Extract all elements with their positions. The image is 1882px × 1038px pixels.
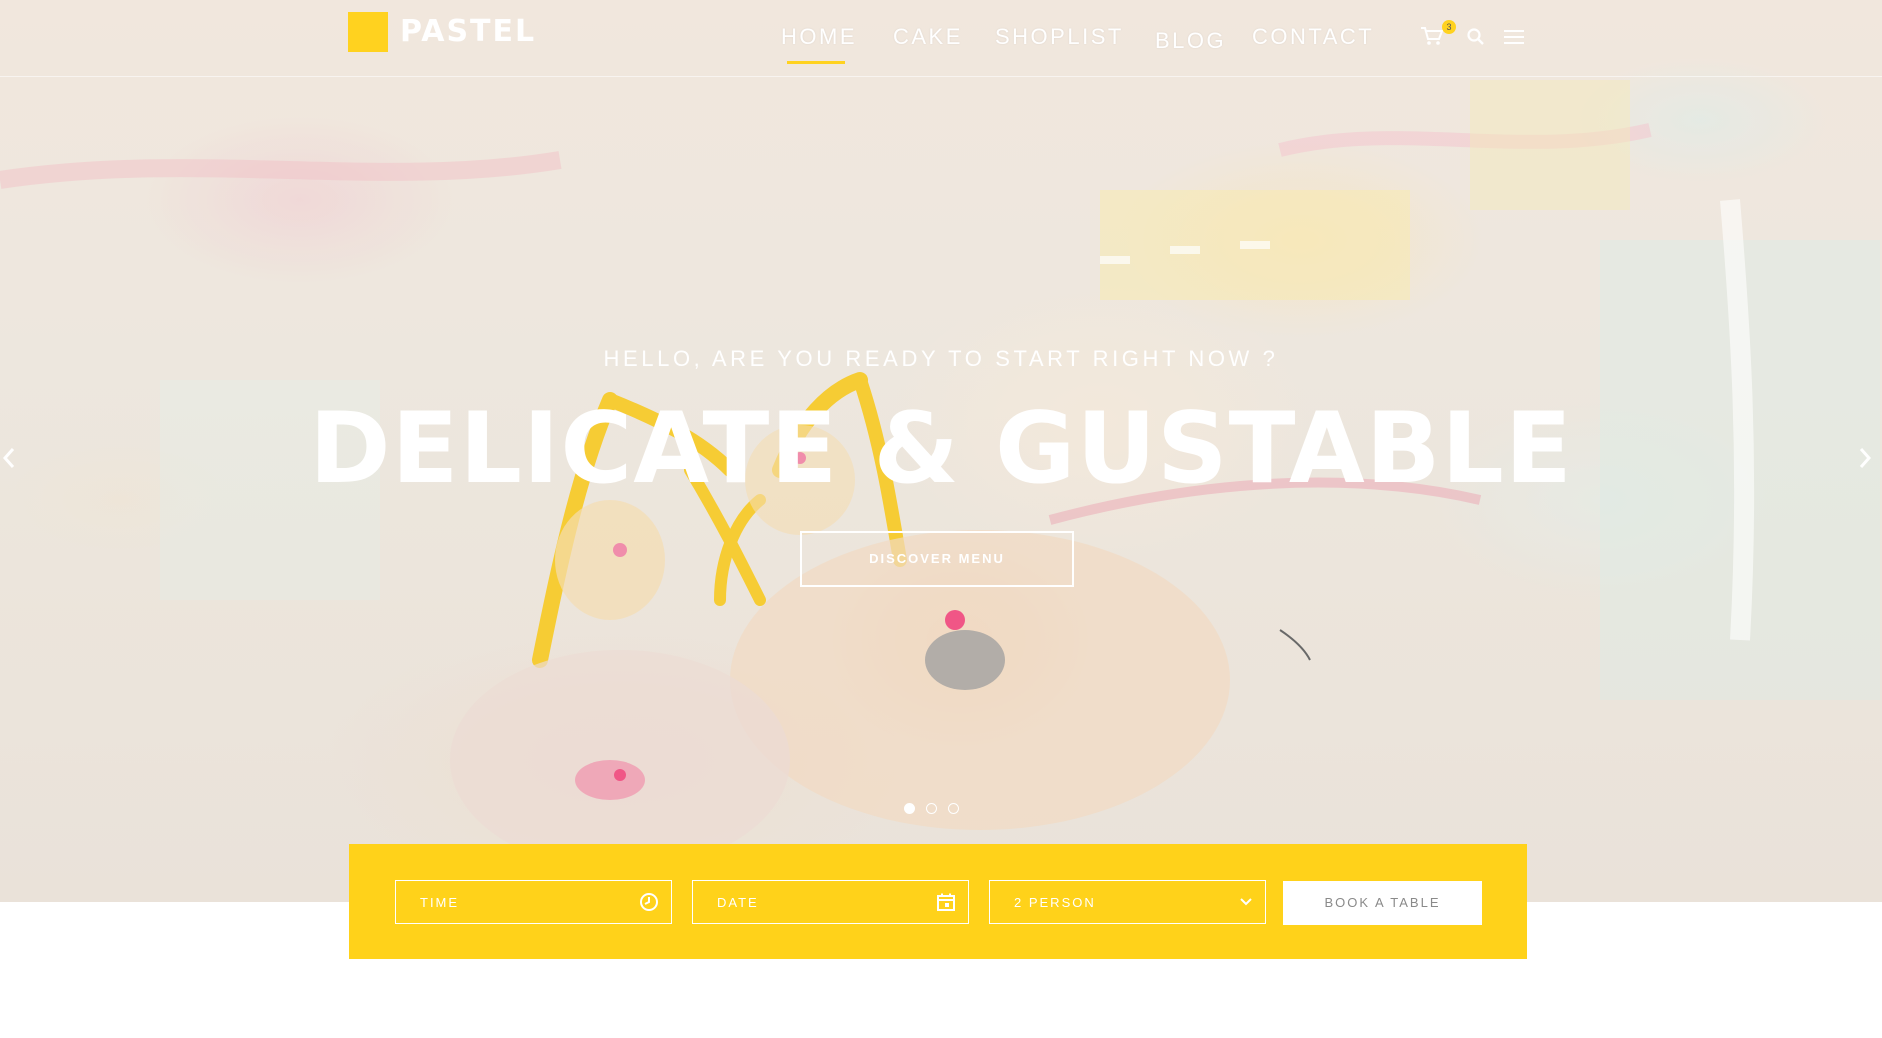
hero-tagline: HELLO, ARE YOU READY TO START RIGHT NOW …	[603, 346, 1279, 371]
nav-item-cake[interactable]: CAKE	[893, 24, 963, 50]
nav-item-home[interactable]: HOME	[781, 24, 857, 50]
calendar-icon	[937, 893, 955, 911]
logo[interactable]: PASTEL	[348, 12, 536, 52]
slider-prev-arrow-icon[interactable]	[2, 446, 16, 470]
search-icon[interactable]	[1467, 28, 1485, 46]
time-placeholder: TIME	[420, 895, 460, 910]
date-placeholder: DATE	[717, 895, 759, 910]
hero-headline: DELICATE & GUSTABLE	[309, 392, 1573, 506]
discover-menu-button[interactable]: DISCOVER MENU	[800, 531, 1074, 587]
slider-pagination	[904, 803, 959, 814]
slider-dot-3[interactable]	[948, 803, 959, 814]
nav-active-indicator	[787, 61, 845, 64]
cart-count-badge: 3	[1442, 20, 1456, 34]
slider-next-arrow-icon[interactable]	[1858, 446, 1872, 470]
date-field[interactable]: DATE	[692, 880, 969, 924]
booking-bar: TIME DATE 2 PERSON BOOK A TABLE	[349, 844, 1527, 959]
person-select[interactable]: 2 PERSON	[989, 880, 1266, 924]
nav-item-blog[interactable]: BLOG	[1155, 28, 1226, 54]
slider-dot-2[interactable]	[926, 803, 937, 814]
chevron-down-icon	[1240, 898, 1252, 906]
nav-item-shoplist[interactable]: SHOPLIST	[995, 24, 1124, 50]
book-table-button[interactable]: BOOK A TABLE	[1283, 881, 1482, 925]
logo-text: PASTEL	[400, 14, 537, 49]
nav-item-contact[interactable]: CONTACT	[1252, 24, 1374, 50]
site-header: PASTEL HOME CAKE SHOPLIST BLOG CONTACT 3	[0, 0, 1882, 77]
slider-dot-1[interactable]	[904, 803, 915, 814]
clock-icon	[640, 893, 658, 911]
cart-icon[interactable]	[1420, 26, 1444, 46]
time-field[interactable]: TIME	[395, 880, 672, 924]
logo-mark	[348, 12, 388, 52]
person-select-value: 2 PERSON	[1014, 895, 1096, 910]
menu-icon[interactable]	[1503, 28, 1525, 46]
